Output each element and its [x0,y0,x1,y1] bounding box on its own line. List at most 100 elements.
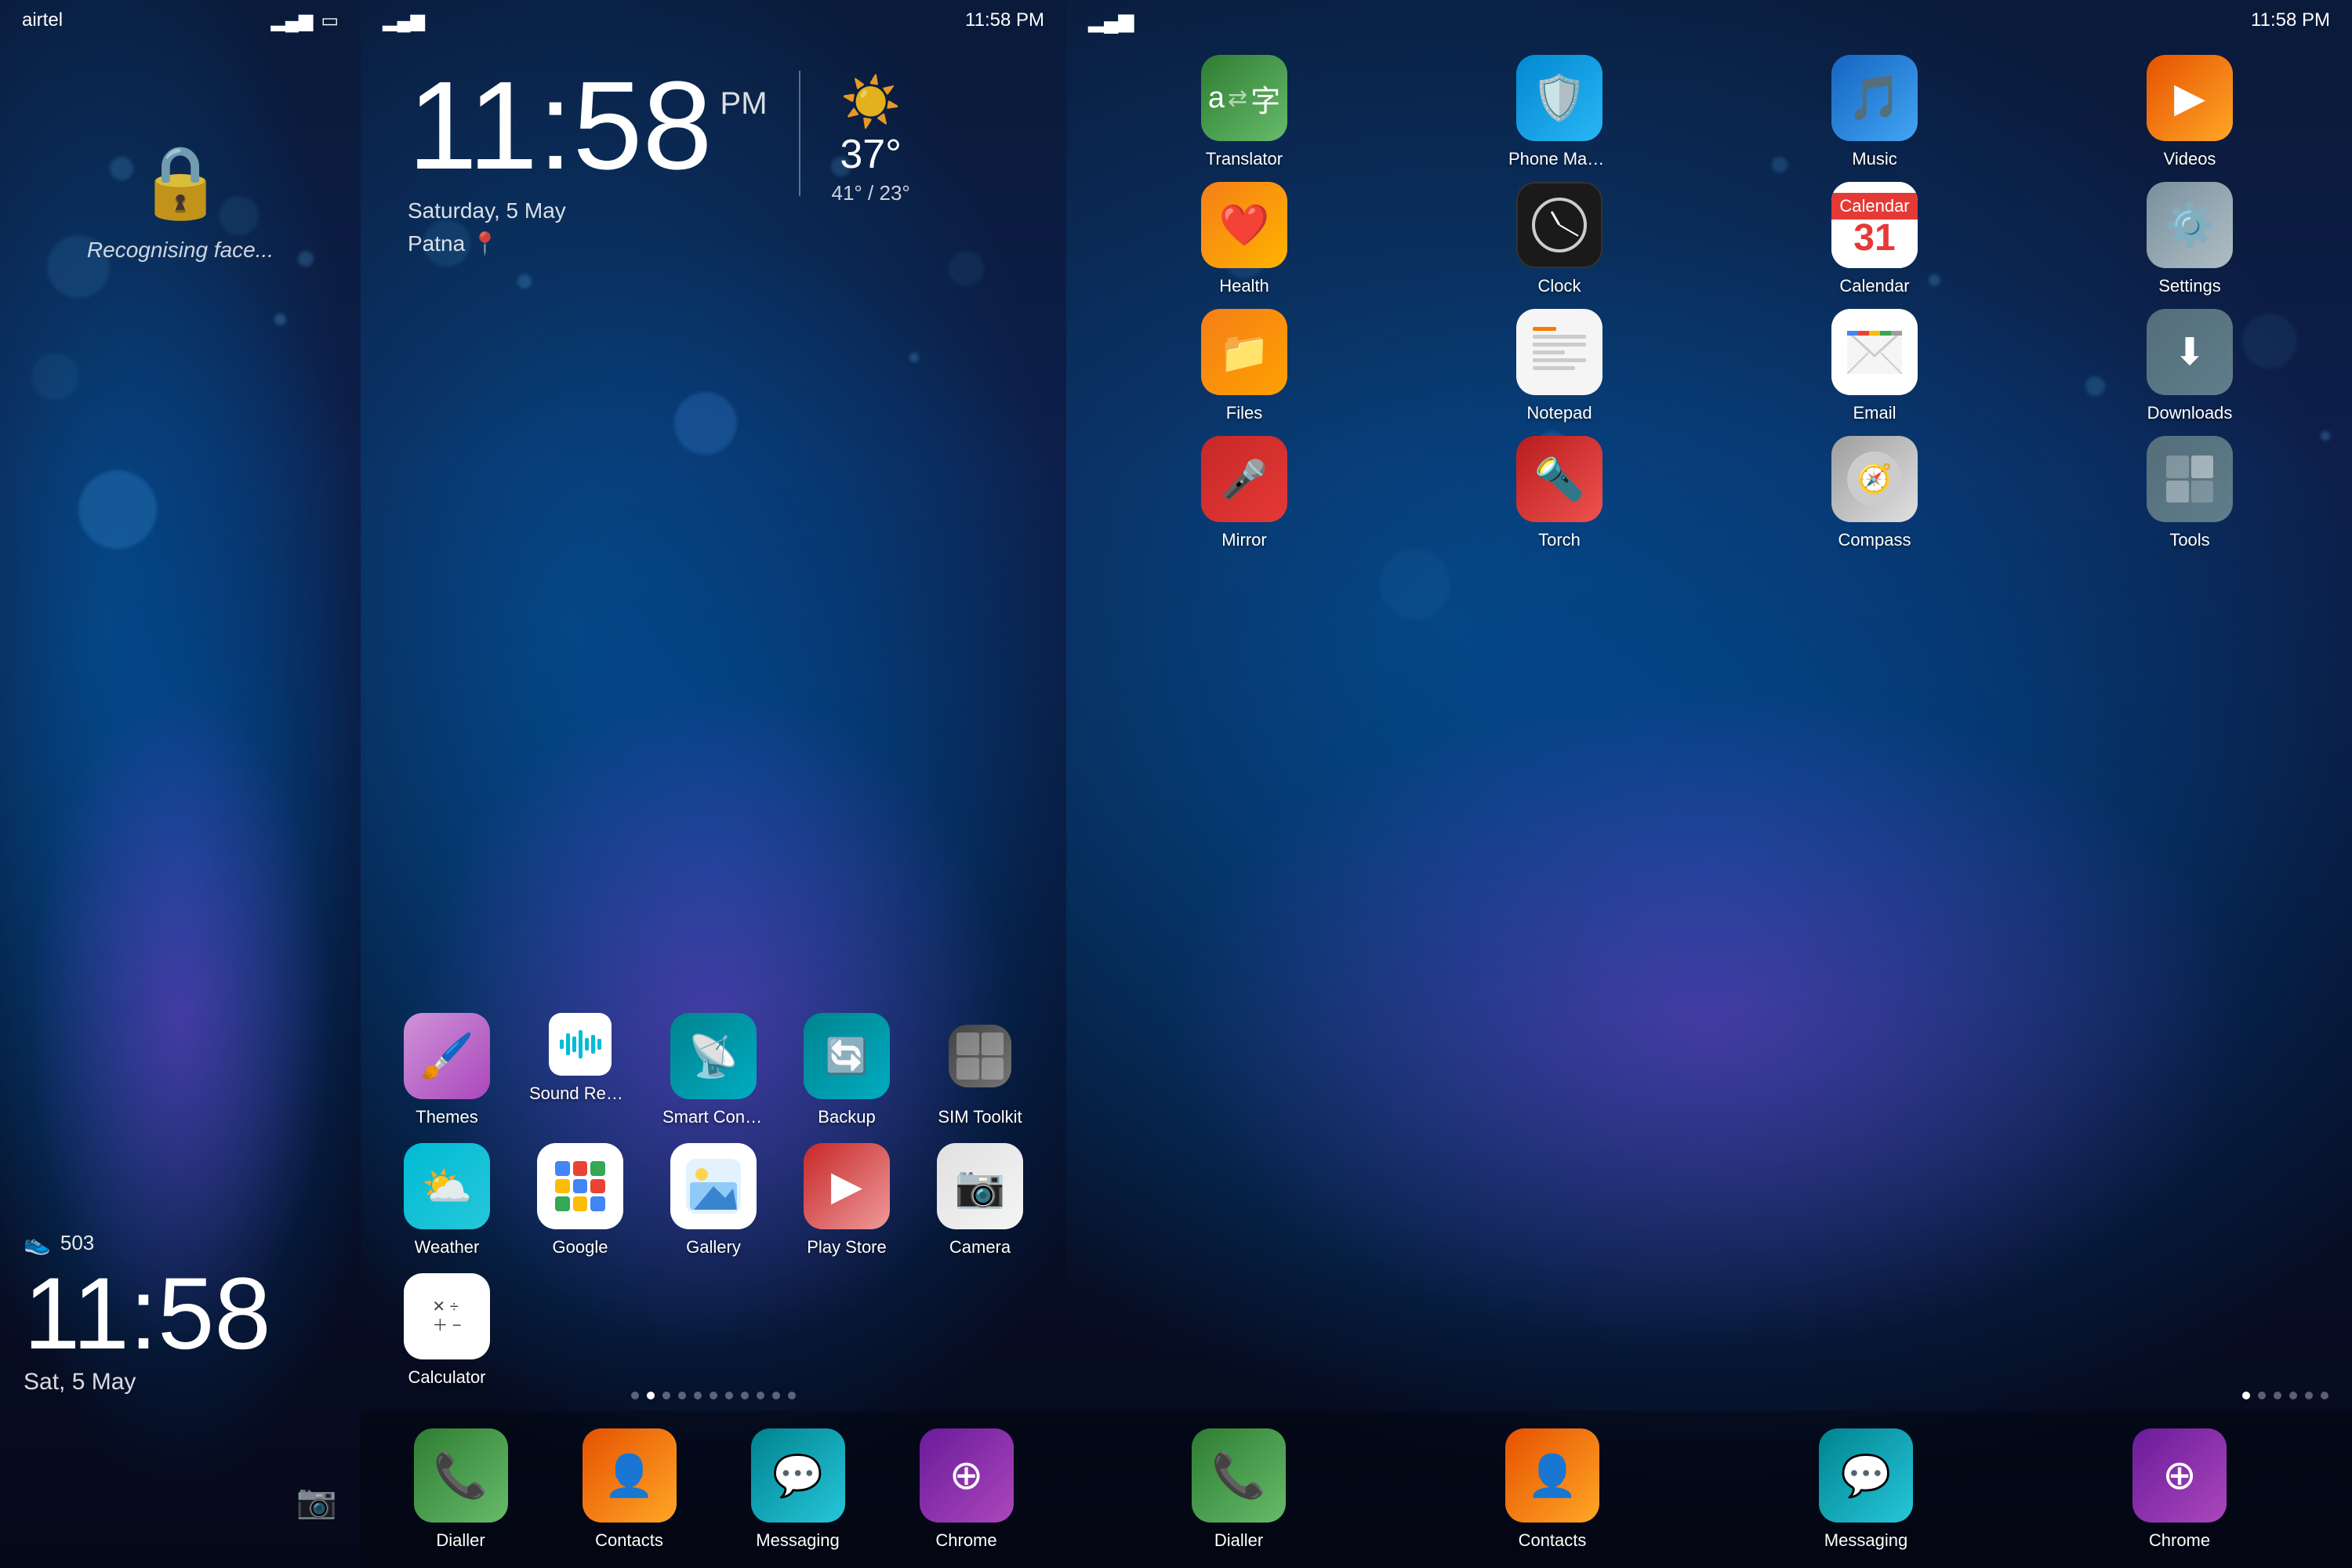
page-dots-home [361,1392,1066,1399]
app-weather[interactable]: ⛅ Weather [384,1143,510,1258]
drawer-dialler-icon: 📞 [1192,1428,1286,1523]
clock-divider [799,71,800,196]
app-torch[interactable]: 🔦 Torch [1405,436,1714,550]
signal-icon: ▂▄▆ [270,9,313,32]
drawer-dot-1[interactable] [2242,1392,2250,1399]
dock-dialler[interactable]: 📞 Dialler [414,1428,508,1551]
signal-drawer: ▂▄▆ [1088,9,1134,33]
dot-6 [710,1392,717,1399]
app-drawer-panel: ▂▄▆ 11:58 PM a ⇄ 字 Translator 🛡️ Phone M… [1066,0,2352,1568]
dock-contacts[interactable]: 👤 Contacts [583,1428,677,1551]
app-compass[interactable]: 🧭 Compass [1720,436,2029,550]
google-icon [537,1143,623,1229]
app-music[interactable]: 🎵 Music [1720,55,2029,169]
app-backup[interactable]: 🔄 Backup [784,1013,909,1127]
app-label-email: Email [1853,403,1896,423]
app-label-mirror: Mirror [1221,530,1266,550]
dock-chrome[interactable]: ⊕ Chrome [920,1428,1014,1551]
weather-widget: ☀️ 37° 41° / 23° [832,74,910,205]
app-email[interactable]: Email [1720,309,2029,423]
clock-icon [1516,182,1602,268]
app-tools[interactable]: Tools [2035,436,2344,550]
app-google[interactable]: Google [517,1143,643,1258]
drawer-dock-label-messaging: Messaging [1824,1530,1907,1551]
app-label-simtoolkit: SIM Toolkit [938,1107,1022,1127]
drawer-dock-label-contacts: Contacts [1519,1530,1587,1551]
camera-shortcut-icon[interactable]: 📷 [296,1483,337,1521]
app-sim-toolkit[interactable]: SIM Toolkit [917,1013,1043,1127]
app-calculator[interactable]: ✕ ÷＋ − Calculator [384,1273,510,1388]
drawer-dock-chrome[interactable]: ⊕ Chrome [2132,1428,2227,1551]
smartctrl-icon: 📡 [670,1013,757,1099]
drawer-dock-contacts[interactable]: 👤 Contacts [1505,1428,1599,1551]
app-label-themes: Themes [416,1107,477,1127]
lock-content: 🔒 Recognising face... [0,141,361,263]
app-themes[interactable]: 🖌️ Themes [384,1013,510,1127]
app-videos[interactable]: ▶ Videos [2035,55,2344,169]
app-label-gallery: Gallery [686,1237,741,1258]
soundrec-icon [549,1013,612,1076]
drawer-dock-label-dialler: Dialler [1214,1530,1263,1551]
status-bar-lock: airtel ▂▄▆ ▭ [0,0,361,41]
home-dock: 📞 Dialler 👤 Contacts 💬 Messaging ⊕ Chrom… [361,1411,1066,1568]
simtoolkit-icon [937,1013,1023,1099]
app-label-files: Files [1226,403,1262,423]
app-health[interactable]: ❤️ Health [1090,182,1399,296]
app-label-translator: Translator [1206,149,1283,169]
app-label-downloads: Downloads [2147,403,2233,423]
downloads-icon: ⬇ [2147,309,2233,395]
contacts-icon: 👤 [583,1428,677,1523]
app-sound-recorder[interactable]: Sound Recorder [517,1013,643,1127]
dot-2[interactable] [647,1392,655,1399]
compass-icon: 🧭 [1831,436,1918,522]
app-files[interactable]: 📁 Files [1090,309,1399,423]
clock-widget: 11:58 PM Saturday, 5 May Patna 📍 ☀️ 37° … [408,63,910,260]
app-downloads[interactable]: ⬇ Downloads [2035,309,2344,423]
steps-count: 503 [60,1231,94,1255]
drawer-dock-messaging[interactable]: 💬 Messaging [1819,1428,1913,1551]
app-label-settings: Settings [2158,276,2221,296]
drawer-contacts-icon: 👤 [1505,1428,1599,1523]
app-mirror[interactable]: 🎤 Mirror [1090,436,1399,550]
app-smart-controller[interactable]: 📡 Smart Controller [651,1013,776,1127]
app-phone-manager[interactable]: 🛡️ Phone Manager [1405,55,1714,169]
app-label-calendar: Calendar [1839,276,1909,296]
weather-range: 41° / 23° [832,181,910,205]
home-clock-date: Saturday, 5 May [408,194,768,227]
app-label-compass: Compass [1838,530,1911,550]
home-clock-time: 11:58 [408,63,713,188]
app-label-tools: Tools [2169,530,2209,550]
app-label-notepad: Notepad [1526,403,1592,423]
app-clock[interactable]: Clock [1405,182,1714,296]
drawer-dot-4 [2289,1392,2297,1399]
app-camera[interactable]: 📷 Camera [917,1143,1043,1258]
drawer-chrome-icon: ⊕ [2132,1428,2227,1523]
dot-7 [725,1392,733,1399]
drawer-dot-6 [2321,1392,2328,1399]
app-label-health: Health [1219,276,1269,296]
lock-screen-panel: airtel ▂▄▆ ▭ 🔒 Recognising face... 👟 503… [0,0,361,1568]
app-gallery[interactable]: Gallery [651,1143,776,1258]
chrome-icon: ⊕ [920,1428,1014,1523]
app-label-smartctrl: Smart Controller [662,1107,764,1127]
dock-label-contacts: Contacts [595,1530,663,1551]
drawer-dock-label-chrome: Chrome [2149,1530,2210,1551]
email-icon [1831,309,1918,395]
dock-messaging[interactable]: 💬 Messaging [751,1428,845,1551]
carrier-label: airtel [22,9,63,31]
app-play-store[interactable]: ▶ Play Store [784,1143,909,1258]
app-translator[interactable]: a ⇄ 字 Translator [1090,55,1399,169]
dialler-icon: 📞 [414,1428,508,1523]
page-dots-drawer [2242,1392,2328,1399]
drawer-dot-5 [2305,1392,2313,1399]
home-clock-ampm: PM [720,86,768,122]
playstore-icon: ▶ [804,1143,890,1229]
signal-home: ▂▄▆ [383,9,425,32]
app-calendar[interactable]: Calendar 31 Calendar [1720,182,2029,296]
drawer-dock-dialler[interactable]: 📞 Dialler [1192,1428,1286,1551]
app-settings[interactable]: ⚙️ Settings [2035,182,2344,296]
waveform [560,1029,601,1060]
weather-app-icon: ⛅ [404,1143,490,1229]
app-notepad[interactable]: Notepad [1405,309,1714,423]
status-bar-home: ▂▄▆ 11:58 PM [361,0,1066,41]
